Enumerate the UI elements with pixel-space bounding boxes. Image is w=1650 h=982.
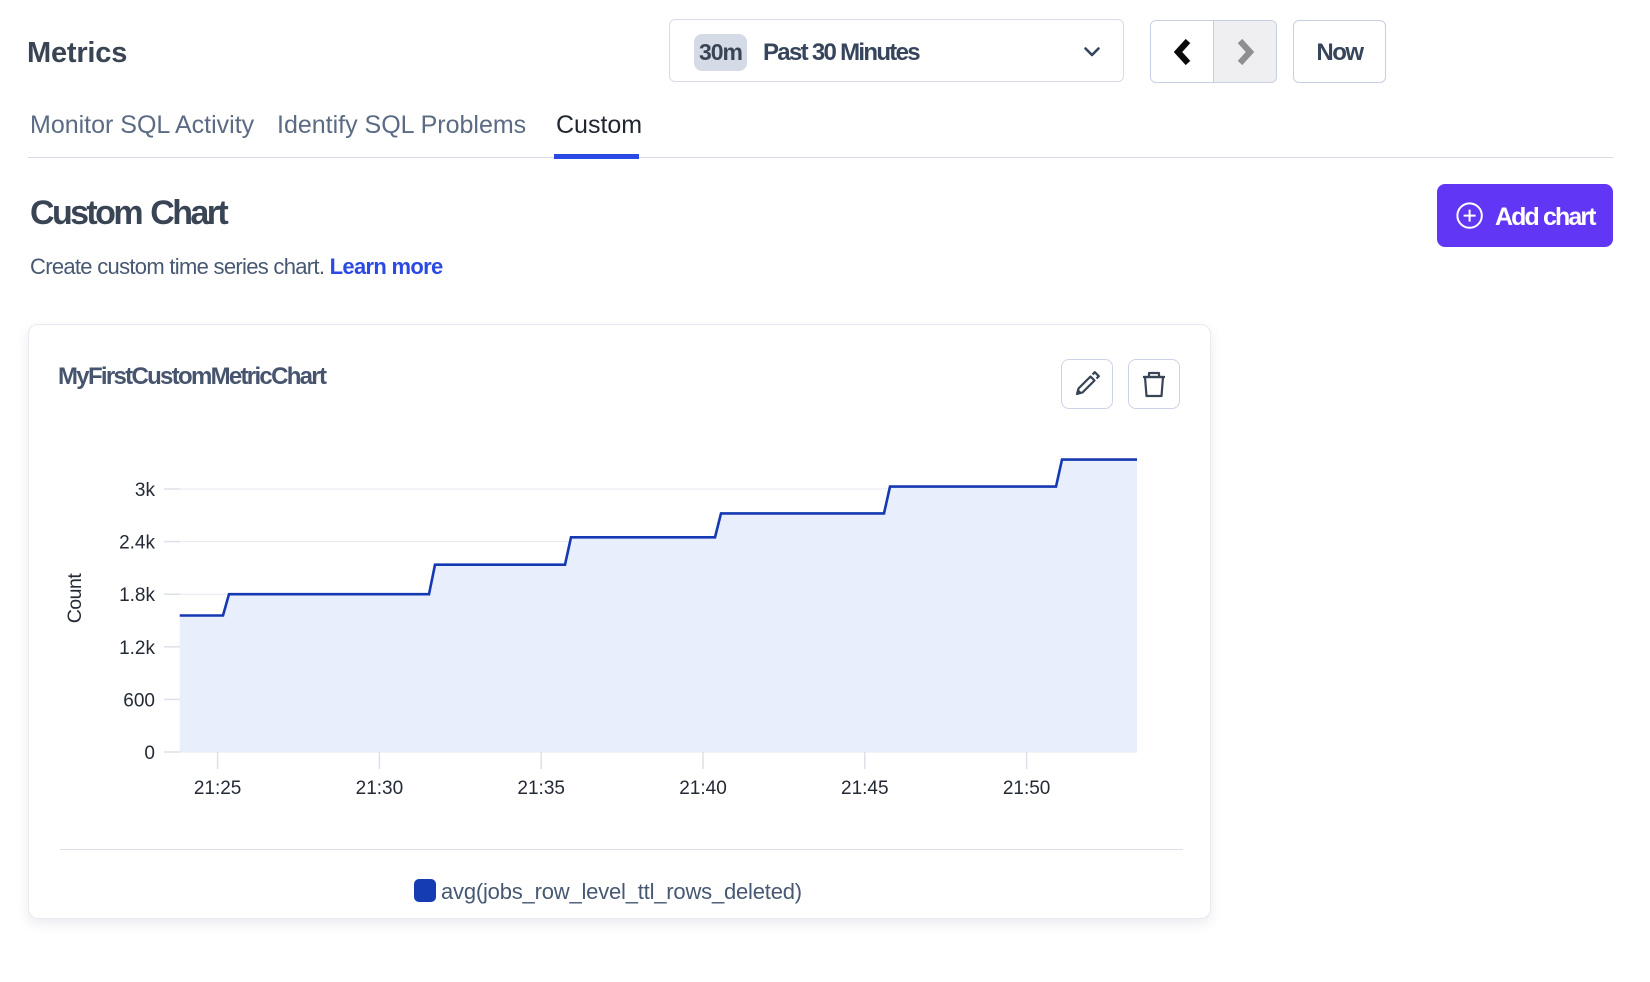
svg-text:2.4k: 2.4k [119,533,155,554]
svg-text:1.8k: 1.8k [119,585,155,606]
svg-text:21:40: 21:40 [679,778,727,799]
svg-text:21:30: 21:30 [356,778,404,799]
svg-text:0: 0 [144,743,155,764]
svg-text:21:25: 21:25 [194,778,242,799]
svg-text:3k: 3k [135,480,156,501]
svg-text:1.2k: 1.2k [119,638,155,659]
svg-text:21:45: 21:45 [841,778,889,799]
svg-text:Count: Count [64,573,86,624]
svg-text:21:35: 21:35 [517,778,565,799]
svg-text:600: 600 [123,690,155,711]
svg-text:21:50: 21:50 [1003,778,1051,799]
